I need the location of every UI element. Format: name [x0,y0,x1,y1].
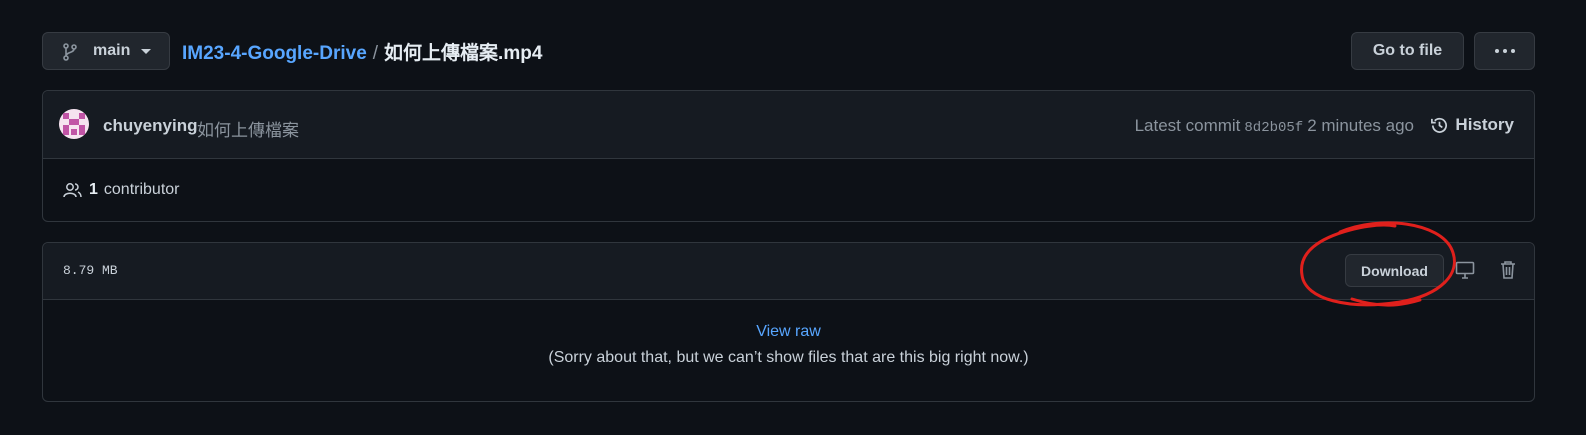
commit-sha[interactable]: 8d2b05f [1244,120,1303,136]
people-icon [63,183,82,198]
file-name: 如何上傳檔案.mp4 [384,43,543,64]
latest-commit-info: Latest commit 8d2b05f 2 minutes ago [1135,116,1414,136]
contributors[interactable]: 1 contributor [63,181,180,199]
commit-author[interactable]: chuyenying [103,116,197,136]
repo-link[interactable]: IM23-4-Google-Drive [182,43,367,64]
download-button[interactable]: Download [1345,254,1444,287]
history-button[interactable]: History [1430,115,1514,135]
latest-commit-label: Latest commit [1134,116,1241,135]
more-options-button[interactable] [1474,32,1535,70]
history-icon [1431,117,1448,133]
file-viewer: 8.79 MB Download View raw (Sorry about t… [42,242,1535,402]
avatar[interactable] [59,109,89,139]
desktop-icon[interactable] [1455,261,1475,279]
breadcrumb-separator: / [372,43,379,64]
file-header: 8.79 MB Download [43,243,1534,300]
commit-time: 2 minutes ago [1307,116,1414,135]
commit-message[interactable]: 如何上傳檔案 [197,116,299,141]
git-branch-icon [63,43,77,61]
go-to-file-button[interactable]: Go to file [1351,32,1464,70]
contributors-label: contributor [103,181,180,198]
history-label: History [1455,115,1514,134]
kebab-horizontal-icon [1494,49,1515,53]
branch-name: main [93,42,131,59]
file-too-big-message: (Sorry about that, but we can’t show fil… [548,349,1029,366]
contributors-count: 1 [89,181,98,198]
view-raw-link[interactable]: View raw [43,323,1534,341]
chevron-down-icon [141,49,151,54]
latest-commit-bar: chuyenying 如何上傳檔案 Latest commit 8d2b05f 2 … [43,91,1534,159]
branch-selector-button[interactable]: main [42,32,170,70]
breadcrumb: IM23-4-Google-Drive / 如何上傳檔案.mp4 [182,38,542,65]
trash-icon[interactable] [1500,260,1516,279]
file-size: 8.79 MB [63,263,118,278]
commit-box: chuyenying 如何上傳檔案 Latest commit 8d2b05f 2 … [42,90,1535,222]
